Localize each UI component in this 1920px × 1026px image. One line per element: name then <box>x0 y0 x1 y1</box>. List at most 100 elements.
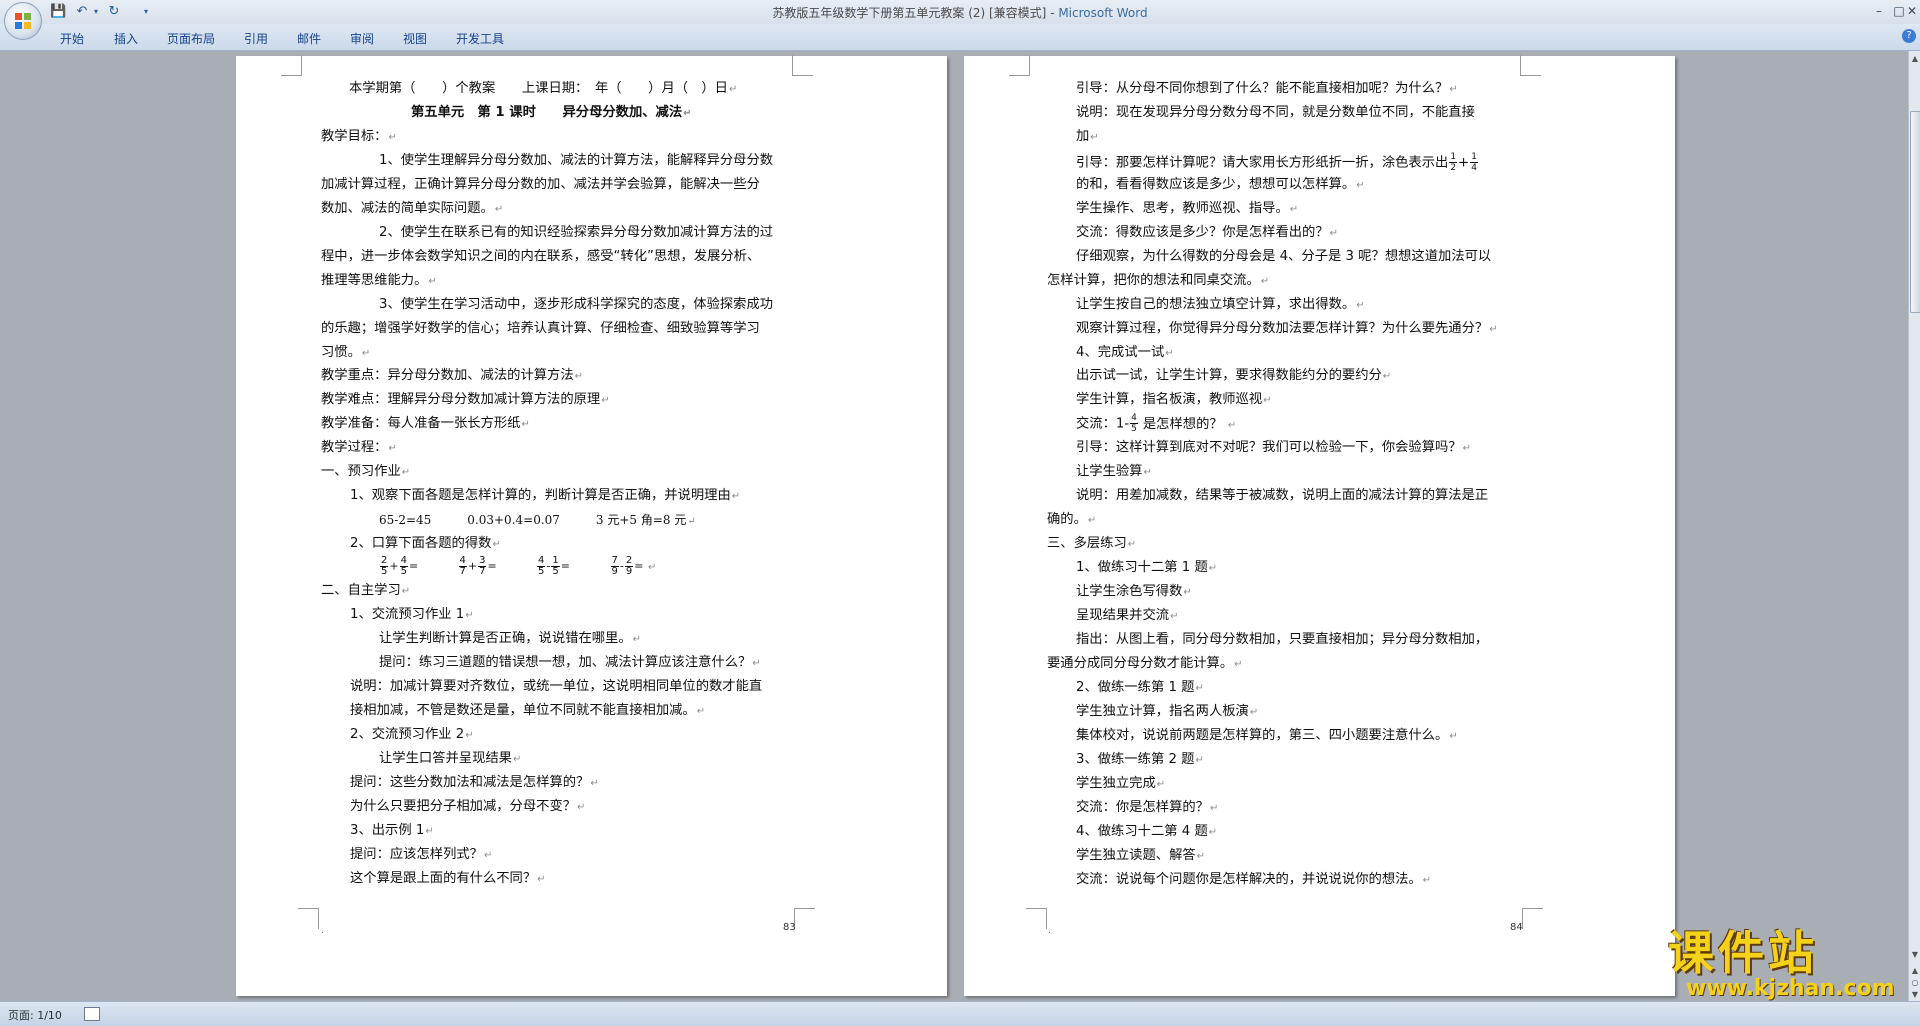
minimize-button[interactable]: – <box>1868 2 1890 20</box>
tab-view[interactable]: 视图 <box>403 30 427 47</box>
text-line: 1、做练习十二第 1 题 <box>1076 559 1217 578</box>
status-bar: 页面: 1/10 <box>0 1001 1920 1026</box>
text-line: 让学生判断计算是否正确，说说错在哪里。 <box>379 630 641 649</box>
margin-mark <box>1520 55 1541 76</box>
section-heading: 二、自主学习 <box>321 582 410 601</box>
redo-icon[interactable]: ↻ <box>106 4 122 20</box>
text-line: 3、做练一练第 2 题 <box>1076 751 1204 770</box>
text-line: 交流：1- 4 5 是怎样想的？ <box>1076 413 1236 435</box>
tab-home[interactable]: 开始 <box>60 30 84 47</box>
text-line: 2、做练一练第 1 题 <box>1076 679 1204 698</box>
text-line: 怎样计算，把你的想法和同桌交流。 <box>1047 272 1269 291</box>
lesson-header-line: 本学期第（ ）个教案 上课日期： 年（ ）月（ ）日 <box>349 80 737 99</box>
text-line: 要通分成同分母分数才能计算。 <box>1047 655 1243 674</box>
save-icon[interactable]: 💾 <box>50 4 66 20</box>
fraction-expressions: 2 5 +4 5 = 4 7 +3 7 = 4 5-1 5 = 7 9-2 9 = <box>379 556 656 577</box>
text-line: 学生操作、思考，教师巡视、指导。 <box>1076 200 1298 219</box>
text-line: 2、口算下面各题的得数 <box>350 535 501 554</box>
text-line: 加 <box>1076 128 1099 147</box>
text-line: 1、交流预习作业 1 <box>350 606 474 625</box>
margin-mark <box>1522 908 1543 929</box>
text-line: 引导：这样计算到底对不对呢？我们可以检验一下，你会验算吗？ <box>1076 439 1471 458</box>
text-line: 引导：从分母不同你想到了什么？能不能直接相加呢？为什么？ <box>1076 80 1458 99</box>
text-line: 4、做练习十二第 4 题 <box>1076 823 1217 842</box>
text-line: 学生独立完成 <box>1076 775 1165 794</box>
text-line: 说明：加减计算要对齐数位，或统一单位，这说明相同单位的数才能直 <box>350 679 763 694</box>
text-line: 提问：这些分数加法和减法是怎样算的？ <box>350 774 599 793</box>
help-icon[interactable]: ? <box>1902 29 1916 43</box>
text-line: 3、使学生在学习活动中，逐步形成科学探究的态度，体验探索成功 <box>379 297 774 312</box>
text-line: 教学难点：理解异分母分数加减计算方法的原理 <box>321 391 610 410</box>
margin-mark <box>298 908 319 929</box>
text-segment: 引导：那要怎样计算呢？请大家用长方形纸折一折，涂色表示出 <box>1076 155 1449 171</box>
page-number: 83 <box>783 922 796 933</box>
text-line: 交流：你是怎样算的？ <box>1076 799 1218 818</box>
close-button[interactable]: ✕ <box>1904 2 1920 20</box>
watermark-logo-text: 课件站 <box>1668 926 1818 980</box>
fraction-expression: 2 5 +4 5 = <box>380 555 419 577</box>
tab-references[interactable]: 引用 <box>244 30 268 47</box>
app-name: Microsoft Word <box>1058 6 1148 20</box>
paragraph-mark: . <box>321 926 324 936</box>
text-line: 加减计算过程，正确计算异分母分数的加、减法并学会验算，能解决一些分 <box>321 177 760 192</box>
section-heading: 一、预习作业 <box>321 463 410 482</box>
text-line: 出示试一试，让学生计算，要求得数能约分的要约分 <box>1076 367 1391 386</box>
margin-mark <box>794 908 815 929</box>
tab-page-layout[interactable]: 页面布局 <box>167 30 215 47</box>
text-line: 3、出示例 1 <box>350 822 434 841</box>
text-line: 让学生验算 <box>1076 463 1152 482</box>
scroll-up-icon[interactable]: ▲ <box>1909 53 1920 65</box>
document-page-84[interactable]: 引导：从分母不同你想到了什么？能不能直接相加呢？为什么？ 说明：现在发现异分母分… <box>964 55 1675 996</box>
text-line: 说明：现在发现异分母分数分母不同，就是分数单位不同，不能直接 <box>1076 105 1475 120</box>
vertical-scrollbar[interactable]: ▲ ▼ ▲ ○ ▼ <box>1908 51 1920 1001</box>
document-page-83[interactable]: 本学期第（ ）个教案 上课日期： 年（ ）月（ ）日 第五单元 第 1 课时 异… <box>236 55 947 996</box>
text-line: 的乐趣；增强学好数学的信心；培养认真计算、仔细检查、细致验算等学习 <box>321 321 760 336</box>
text-line: 这个算是跟上面的有什么不同？ <box>350 870 546 889</box>
fraction-expression: 4 7 +3 7 = <box>458 555 497 577</box>
margin-mark <box>281 55 302 76</box>
watermark-url: www.kjzhan.com <box>1686 976 1895 1001</box>
tab-mailings[interactable]: 邮件 <box>297 30 321 47</box>
customize-toolbar-icon[interactable]: ▾ <box>138 4 154 20</box>
tab-review[interactable]: 审阅 <box>350 30 374 47</box>
text-line: 1、使学生理解异分母分数加、减法的计算方法，能解释异分母分数 <box>379 153 774 168</box>
text-line: 2、使学生在联系已有的知识经验探索异分母分数加减计算方法的过 <box>379 225 774 240</box>
next-page-icon[interactable]: ▼ <box>1909 989 1920 1001</box>
text-line: 提问：练习三道题的错误想一想，加、减法计算应该注意什么？ <box>379 654 761 673</box>
previous-page-icon[interactable]: ▲ <box>1909 965 1920 977</box>
title-bar: 苏教版五年级数学下册第五单元教案 (2) [兼容模式] - Microsoft … <box>0 0 1920 24</box>
scroll-thumb[interactable] <box>1910 111 1920 313</box>
text-line: 1、观察下面各题是怎样计算的，判断计算是否正确，并说明理由 <box>350 487 740 506</box>
text-line: 推理等思维能力。 <box>321 272 437 291</box>
text-line: 让学生涂色写得数 <box>1076 583 1192 602</box>
text-line: 说明：用差加减数，结果等于被减数，说明上面的减法计算的算法是正 <box>1076 488 1489 503</box>
lesson-title: 第五单元 第 1 课时 异分母分数加、减法 <box>411 104 692 123</box>
text-line: 仔细观察，为什么得数的分母会是 4、分子是 3 呢？想想这道加法可以 <box>1076 249 1492 264</box>
proofing-status-icon[interactable] <box>84 1007 100 1021</box>
text-line: 2、交流预习作业 2 <box>350 726 474 745</box>
text-line: 让学生口答并呈现结果 <box>379 750 521 769</box>
text-line: 引导：那要怎样计算呢？请大家用长方形纸折一折，涂色表示出 1 2 +1 4 <box>1076 152 1478 173</box>
fraction-expression: 7 9-2 9 = <box>610 555 644 577</box>
page-count-status[interactable]: 页面: 1/10 <box>8 1007 62 1023</box>
undo-dropdown-icon[interactable]: ▾ <box>88 4 104 20</box>
office-button[interactable] <box>4 2 42 40</box>
scroll-down-icon[interactable]: ▼ <box>1909 949 1920 961</box>
text-line: 确的。 <box>1047 511 1096 530</box>
text-line: 观察计算过程，你觉得异分母分数加法要怎样计算？为什么要先通分？ <box>1076 320 1498 339</box>
tab-developer[interactable]: 开发工具 <box>456 30 504 47</box>
text-line: 习惯。 <box>321 344 370 363</box>
text-line: 指出：从图上看，同分母分数相加，只要直接相加；异分母分数相加， <box>1076 632 1489 647</box>
window-title: 苏教版五年级数学下册第五单元教案 (2) [兼容模式] - Microsoft … <box>0 4 1920 21</box>
text-segment: 交流：1- <box>1076 416 1130 432</box>
text-line: 交流：得数应该是多少？你是怎样看出的？ <box>1076 224 1338 243</box>
text-line: 接相加减，不管是数还是量，单位不同就不能直接相加减。 <box>350 702 705 721</box>
operator: + <box>1458 155 1470 171</box>
browse-object-icon[interactable]: ○ <box>1909 977 1920 989</box>
text-segment: 是怎样想的？ <box>1142 416 1223 432</box>
text-line: 学生独立计算，指名两人板演 <box>1076 703 1258 722</box>
text-line: 的和，看看得数应该是多少，想想可以怎样算。 <box>1076 176 1365 195</box>
text-line: 提问：应该怎样列式？ <box>350 846 492 865</box>
tab-insert[interactable]: 插入 <box>114 30 138 47</box>
text-line: 学生独立读题、解答 <box>1076 847 1205 866</box>
